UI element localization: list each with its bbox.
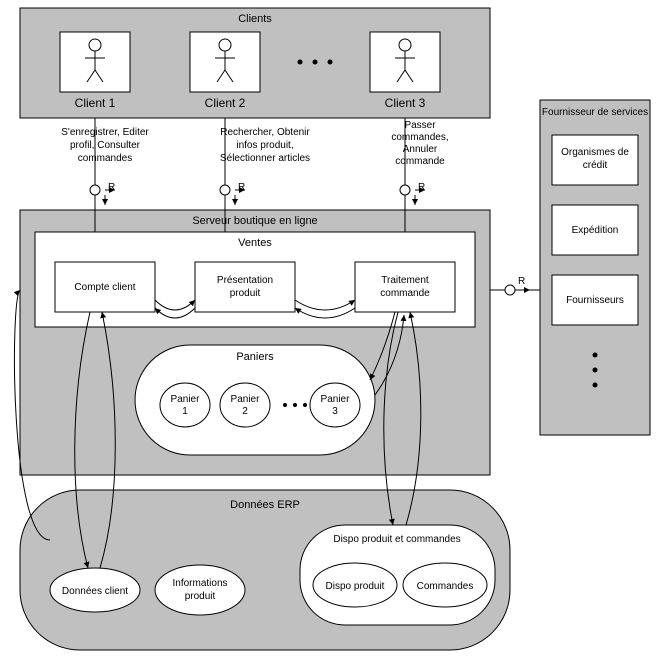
svg-text:Dispo produit: Dispo produit: [326, 581, 385, 592]
port-1: R: [90, 182, 115, 205]
svg-text:commandes,: commandes,: [391, 132, 448, 143]
svg-text:Expédition: Expédition: [572, 225, 619, 236]
svg-text:S'enregistrer, Editer: S'enregistrer, Editer: [61, 127, 149, 138]
component-label-3b: commande: [380, 288, 430, 299]
cart-1: [160, 383, 210, 427]
sales-title: Ventes: [238, 237, 272, 249]
component-traitement-commande: [355, 262, 455, 312]
component-label-2a: Présentation: [217, 275, 273, 286]
message-1: S'enregistrer, Editer profil, Consulter …: [61, 127, 149, 164]
port-3: R: [400, 182, 425, 205]
message-2: Rechercher, Obtenir infos produit, Sélec…: [220, 127, 310, 164]
svg-text:R: R: [518, 276, 525, 287]
port-2: R: [220, 182, 245, 205]
cart-2: [220, 383, 270, 427]
svg-text:crédit: crédit: [583, 160, 608, 171]
svg-text:1: 1: [182, 406, 188, 417]
svg-text:infos produit,: infos produit,: [236, 140, 293, 151]
svg-text:3: 3: [332, 406, 338, 417]
server-title: Serveur boutique en ligne: [192, 215, 317, 227]
actor-label-1: Client 1: [75, 96, 116, 110]
svg-text:profil, Consulter: profil, Consulter: [70, 140, 141, 151]
erp-product-info: [155, 565, 245, 615]
svg-text:Informations: Informations: [172, 578, 227, 589]
erp-title: Données ERP: [230, 499, 300, 511]
svg-text:produit: produit: [185, 591, 216, 602]
component-label-3a: Traitement: [381, 275, 429, 286]
component-label-2b: produit: [230, 288, 261, 299]
svg-text:R: R: [108, 182, 115, 193]
port-providers: [505, 285, 515, 295]
svg-text:R: R: [238, 182, 245, 193]
diagram-canvas: Clients Client 1 Client 2 Client 3 S: [0, 0, 660, 662]
svg-text:2: 2: [242, 406, 248, 417]
svg-text:Panier: Panier: [171, 394, 201, 405]
svg-text:Organismes de: Organismes de: [561, 147, 629, 158]
providers-title: Fournisseur de services: [542, 107, 648, 118]
cart-3: [310, 383, 360, 427]
svg-text:commandes: commandes: [78, 153, 132, 164]
message-3: Passer commandes, Annuler commande: [391, 120, 448, 167]
erp-dispo-title: Dispo produit et commandes: [333, 534, 460, 545]
svg-text:Annuler: Annuler: [403, 144, 438, 155]
component-label-1: Compte client: [74, 282, 135, 293]
actor-label-3: Client 3: [385, 96, 426, 110]
svg-text:Rechercher, Obtenir: Rechercher, Obtenir: [220, 127, 310, 138]
svg-text:R: R: [418, 182, 425, 193]
svg-text:Panier: Panier: [231, 394, 261, 405]
svg-text:Passer: Passer: [404, 120, 436, 131]
svg-text:Commandes: Commandes: [417, 581, 474, 592]
svg-text:Panier: Panier: [321, 394, 351, 405]
svg-text:Sélectionner articles: Sélectionner articles: [220, 153, 310, 164]
svg-text:Données client: Données client: [62, 586, 128, 597]
carts-title: Paniers: [236, 351, 274, 363]
component-presentation-produit: [195, 262, 295, 312]
svg-text:Fournisseurs: Fournisseurs: [566, 295, 624, 306]
clients-title: Clients: [238, 13, 272, 25]
actor-label-2: Client 2: [205, 96, 246, 110]
svg-text:commande: commande: [395, 156, 445, 167]
